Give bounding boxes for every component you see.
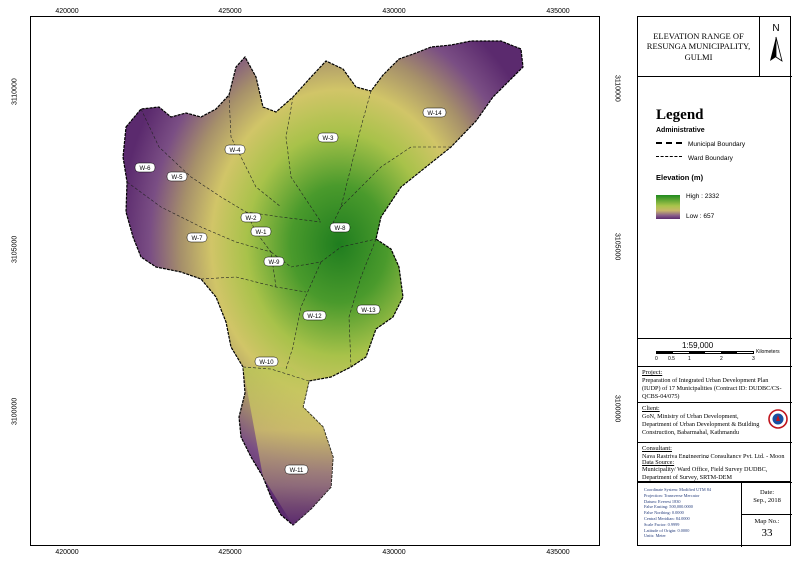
right-tick: 3105000 <box>613 233 621 261</box>
svg-text:W-10: W-10 <box>259 360 274 366</box>
client-text: GoN, Ministry of Urban Development, Depa… <box>642 413 760 436</box>
project-text: Preparation of Integrated Urban Developm… <box>642 377 782 400</box>
ward-label-w5: W-5 <box>166 171 188 182</box>
client-block: Client: GoN, Ministry of Urban Developme… <box>638 403 792 443</box>
legend-municipal-boundary: Municipal Boundary <box>656 141 745 148</box>
date-value: Sep., 2018 <box>753 497 781 505</box>
ward-label-w1: W-1 <box>250 226 272 237</box>
scale-unit: Kilometers <box>756 349 780 355</box>
scale-bar <box>656 351 754 354</box>
map-title: ELEVATION RANGE OF RESUNGA MUNICIPALITY,… <box>638 17 760 77</box>
ward-label-w9: W-9 <box>263 256 285 267</box>
ward-label-w3: W-3 <box>317 132 339 143</box>
bottom-tick: 435000 <box>546 549 570 556</box>
top-tick: 435000 <box>546 8 570 15</box>
legend-ward-boundary: Ward Boundary <box>656 155 733 162</box>
right-tick: 3100000 <box>613 395 621 423</box>
svg-text:W-1: W-1 <box>256 230 268 236</box>
svg-text:W-14: W-14 <box>427 111 442 117</box>
svg-text:W-13: W-13 <box>361 308 376 314</box>
scale-tick: 0 <box>655 356 658 362</box>
scale-bar-section: 1:59,000 Kilometers 0 0.5 1 2 3 <box>638 339 792 367</box>
legend-heading: Legend <box>656 107 704 123</box>
top-tick: 425000 <box>218 8 242 15</box>
ward-label-w2: W-2 <box>240 212 262 223</box>
scale-tick: 2 <box>720 356 723 362</box>
map-number-label: Map No.: <box>754 518 780 525</box>
ward-label-w6: W-6 <box>134 162 156 173</box>
elevation-high-label: High : 2332 <box>686 193 720 200</box>
data-source-heading: Data Source: <box>642 459 675 466</box>
svg-text:W-6: W-6 <box>140 166 152 172</box>
coordinate-system-info: Coordinate System: Modified UTM 84 Proje… <box>638 483 742 547</box>
top-tick: 420000 <box>55 8 79 15</box>
project-heading: Project: <box>642 369 663 376</box>
map-number-value: 33 <box>761 527 773 539</box>
right-tick: 3110000 <box>613 75 621 102</box>
ward-label-w10: W-10 <box>254 356 279 367</box>
scale-tick: 3 <box>752 356 755 362</box>
legend-municipal-label: Municipal Boundary <box>688 141 746 148</box>
svg-text:W-3: W-3 <box>323 136 335 142</box>
north-arrow-icon <box>770 36 783 62</box>
data-source-text: Municipality/ Ward Office, Field Survey … <box>642 466 768 481</box>
date-box: Date: Sep., 2018 <box>742 483 792 515</box>
legend-elevation-title: Elevation (m) <box>656 173 704 182</box>
svg-text:W-7: W-7 <box>192 236 204 242</box>
svg-text:W-2: W-2 <box>246 216 258 222</box>
bottom-tick: 430000 <box>382 549 406 556</box>
coord-line: Units: Meter <box>644 533 666 539</box>
client-heading: Client: <box>642 405 660 412</box>
left-tick: 3110000 <box>11 78 19 105</box>
ward-label-w13: W-13 <box>356 304 381 315</box>
north-arrow: N <box>760 17 792 77</box>
svg-text:W-9: W-9 <box>269 260 281 266</box>
scale-tick: 0.5 <box>668 356 675 362</box>
bottom-tick: 420000 <box>55 549 79 556</box>
left-tick: 3100000 <box>11 397 19 425</box>
scale-ratio: 1:59,000 <box>682 341 714 350</box>
left-tick: 3105000 <box>11 235 19 263</box>
legend: Legend Administrative Municipal Boundary… <box>638 77 792 339</box>
ward-label-w7: W-7 <box>186 232 208 243</box>
data-source-block: Data Source: Municipality/ Ward Office, … <box>637 458 791 482</box>
ward-boundary-symbol <box>656 155 682 162</box>
ward-label-w4: W-4 <box>224 144 246 155</box>
municipal-boundary-symbol <box>656 141 682 148</box>
project-block: Project: Preparation of Integrated Urban… <box>638 367 792 403</box>
elevation-low-label: Low : 657 <box>686 213 715 220</box>
svg-text:W-8: W-8 <box>335 226 347 232</box>
date-label: Date: <box>759 489 775 496</box>
map-number-box: Map No.: 33 <box>742 515 792 547</box>
legend-administrative: Administrative <box>656 127 705 134</box>
svg-text:W-12: W-12 <box>307 314 322 320</box>
ward-label-w12: W-12 <box>302 310 327 321</box>
ward-label-w14: W-14 <box>422 107 447 118</box>
map-frame: W-1 W-2 W-3 W-4 W-5 W-6 W-7 W-8 W-9 W-10… <box>30 16 600 546</box>
bottom-tick: 425000 <box>218 549 242 556</box>
elevation-map: W-1 W-2 W-3 W-4 W-5 W-6 W-7 W-8 W-9 W-10… <box>122 40 524 526</box>
ward-label-w11: W-11 <box>284 464 309 475</box>
ward-label-w8: W-8 <box>329 222 351 233</box>
legend-ward-label: Ward Boundary <box>688 155 733 162</box>
elevation-color-ramp <box>656 195 680 219</box>
svg-text:W-4: W-4 <box>230 148 242 154</box>
svg-text:W-11: W-11 <box>290 468 304 474</box>
scale-tick: 1 <box>688 356 691 362</box>
top-tick: 430000 <box>382 8 406 15</box>
government-emblem-icon <box>768 409 788 429</box>
bottom-info: Coordinate System: Modified UTM 84 Proje… <box>638 483 792 547</box>
consultant-heading: Consultant: <box>642 445 672 452</box>
svg-text:W-5: W-5 <box>172 175 184 181</box>
